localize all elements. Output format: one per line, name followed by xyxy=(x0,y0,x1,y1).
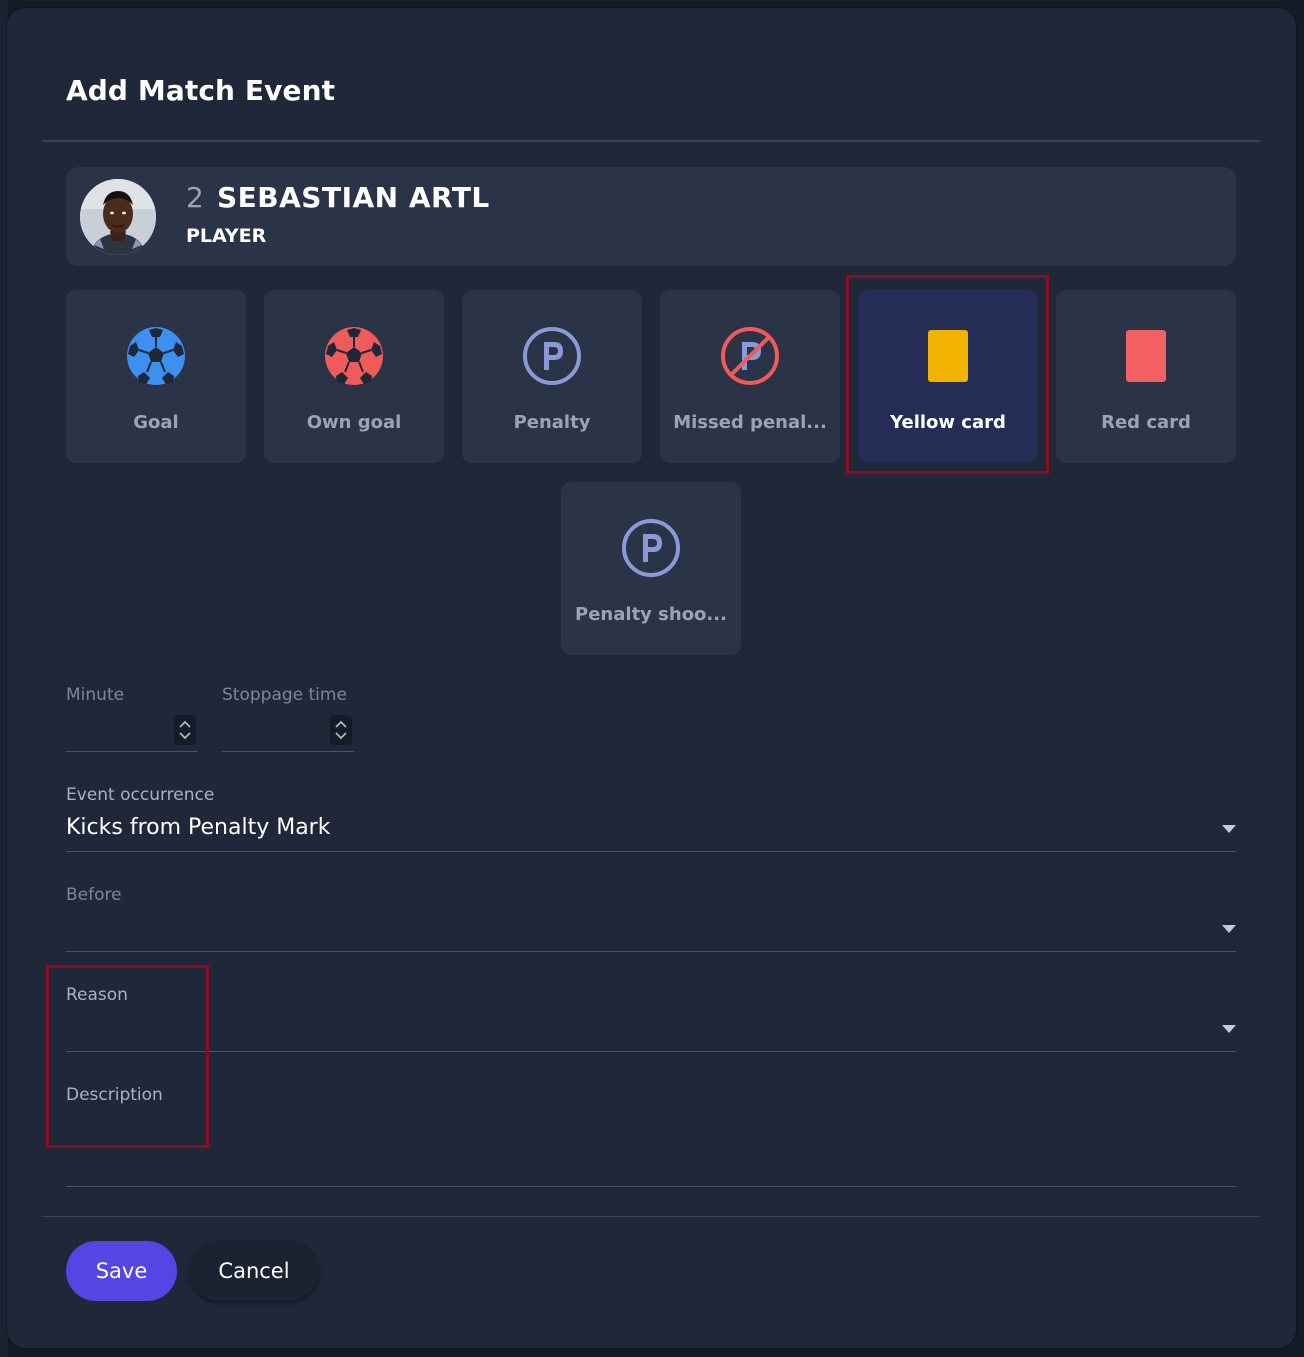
spinner-arrows-icon xyxy=(179,720,191,740)
yellow-card-icon xyxy=(928,330,968,382)
spinner-arrows-icon xyxy=(335,720,347,740)
event-label: Red card xyxy=(1101,412,1191,433)
event-label: Penalty xyxy=(513,412,591,433)
event-occurrence-underline xyxy=(66,851,1236,852)
reason-label: Reason xyxy=(66,985,128,1005)
minute-label: Minute xyxy=(66,685,125,705)
event-tile-missed-penalty[interactable]: Missed penal... xyxy=(660,290,840,463)
minute-input[interactable] xyxy=(66,711,198,752)
chevron-down-icon[interactable] xyxy=(1222,825,1236,833)
event-tile-goal[interactable]: Goal xyxy=(66,290,246,463)
missed-penalty-icon xyxy=(721,327,779,385)
add-match-event-dialog: Add Match Event 2 SEBASTIAN ARTL PLAYER xyxy=(7,8,1296,1348)
event-tile-penalty-shootout[interactable]: Penalty shoo... xyxy=(561,482,741,655)
footer-divider xyxy=(42,1216,1260,1217)
event-tile-penalty[interactable]: Penalty xyxy=(462,290,642,463)
soccer-ball-icon xyxy=(127,327,185,385)
event-label: Penalty shoo... xyxy=(575,604,727,625)
event-occurrence-label: Event occurrence xyxy=(66,785,215,805)
before-underline xyxy=(66,951,1236,952)
event-label: Goal xyxy=(133,412,179,433)
cancel-button[interactable]: Cancel xyxy=(189,1241,319,1301)
reason-underline xyxy=(66,1051,1236,1052)
player-card: 2 SEBASTIAN ARTL PLAYER xyxy=(66,167,1236,266)
event-label: Own goal xyxy=(306,412,402,433)
event-occurrence-select[interactable]: Kicks from Penalty Mark xyxy=(66,815,330,840)
minute-spinner[interactable] xyxy=(174,715,196,745)
dialog-title: Add Match Event xyxy=(66,74,336,107)
chevron-down-icon[interactable] xyxy=(1222,1025,1236,1033)
soccer-ball-icon xyxy=(325,327,383,385)
save-button[interactable]: Save xyxy=(66,1241,177,1301)
player-role: PLAYER xyxy=(186,225,267,247)
event-tile-red-card[interactable]: Red card xyxy=(1056,290,1236,463)
chevron-down-icon[interactable] xyxy=(1222,925,1236,933)
stoppage-time-label: Stoppage time xyxy=(222,685,347,705)
description-label: Description xyxy=(66,1085,163,1105)
player-avatar xyxy=(80,179,156,255)
description-underline xyxy=(66,1186,1236,1187)
stoppage-time-input[interactable] xyxy=(222,711,354,752)
player-number: 2 xyxy=(186,181,204,214)
event-label: Yellow card xyxy=(890,412,1006,433)
stoppage-spinner[interactable] xyxy=(330,715,352,745)
event-tile-yellow-card[interactable]: Yellow card xyxy=(858,290,1038,463)
red-card-icon xyxy=(1126,330,1166,382)
header-divider xyxy=(42,140,1260,142)
player-name: SEBASTIAN ARTL xyxy=(217,181,490,214)
event-label: Missed penal... xyxy=(673,412,827,433)
penalty-p-icon xyxy=(523,327,581,385)
event-tile-own-goal[interactable]: Own goal xyxy=(264,290,444,463)
penalty-p-icon xyxy=(622,519,680,577)
before-label: Before xyxy=(66,885,122,905)
